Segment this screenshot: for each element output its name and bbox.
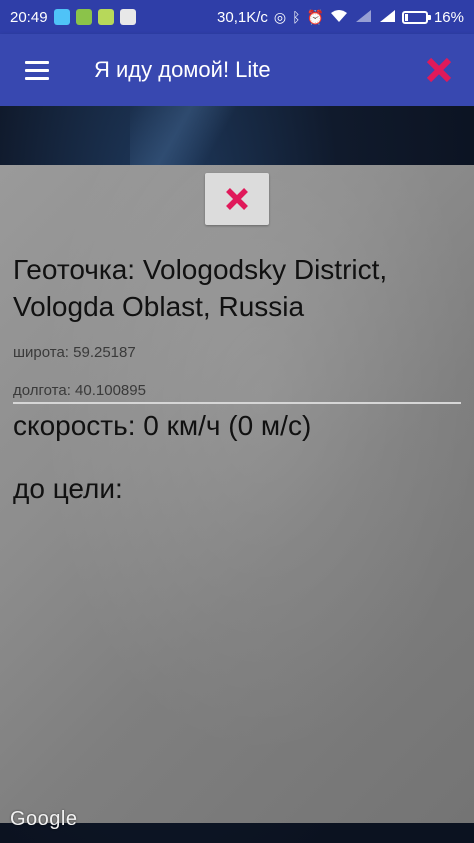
app-title: Я иду домой! Lite: [94, 57, 271, 82]
divider: [13, 402, 461, 404]
sync-icon: ◎: [273, 9, 287, 25]
battery-fill: [404, 13, 408, 21]
speed-text: скорость: 0 км/ч (0 м/с): [13, 410, 312, 441]
panel-close-button[interactable]: [205, 173, 269, 225]
signal-icon: [354, 9, 372, 25]
close-icon: [226, 188, 248, 210]
status-bar: 20:49 30,1K/c ◎ ᛒ ⏰ 16%: [0, 0, 474, 34]
status-time: 20:49: [10, 8, 48, 26]
hamburger-menu-icon[interactable]: [0, 34, 74, 106]
notification-app-icon-2: [97, 9, 114, 25]
signal-icon-2: [378, 9, 396, 25]
latitude-text: широта: 59.25187: [13, 344, 136, 361]
battery-icon: [401, 10, 431, 24]
image-notification-icon: [119, 9, 136, 25]
app-bar: Я иду домой! Lite: [0, 34, 474, 106]
battery-percent: 16%: [433, 8, 464, 26]
notification-app-icon: [75, 9, 92, 25]
distance-to-target-text: до цели:: [13, 473, 123, 504]
network-speed: 30,1K/c: [217, 8, 268, 26]
bluetooth-icon: ᛒ: [292, 9, 301, 25]
close-icon: [426, 57, 452, 83]
cloud-app-icon: [53, 9, 70, 25]
geopoint-text: Геоточка: Vologodsky District, Vologda O…: [13, 254, 388, 322]
longitude-text: долгота: 40.100895: [13, 382, 146, 399]
info-panel: Геоточка: Vologodsky District, Vologda O…: [0, 165, 474, 823]
google-attribution: Google: [10, 808, 78, 830]
close-button[interactable]: [404, 34, 474, 106]
alarm-icon: ⏰: [306, 9, 324, 25]
status-left: 20:49: [10, 9, 136, 26]
status-right: 30,1K/c ◎ ᛒ ⏰ 16%: [217, 9, 464, 26]
wifi-icon: [330, 9, 348, 25]
